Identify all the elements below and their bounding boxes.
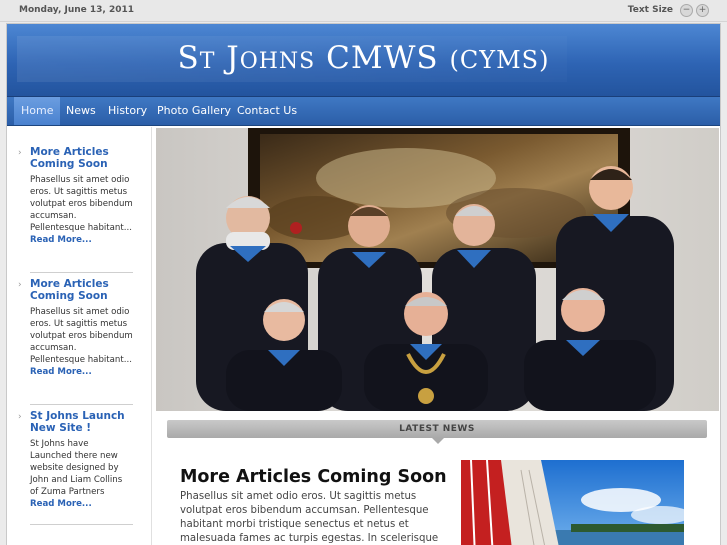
sidebar: › More Articles Coming Soon Phasellus si…	[7, 127, 152, 545]
plus-icon[interactable]: +	[696, 4, 709, 17]
chevron-right-icon: ›	[18, 280, 22, 290]
top-bar: Monday, June 13, 2011 Text Size − +	[0, 0, 727, 22]
article-image[interactable]	[461, 460, 684, 545]
current-date: Monday, June 13, 2011	[19, 5, 135, 15]
latest-news-bar: LATEST NEWS	[167, 420, 707, 438]
main-content: LATEST NEWS More Articles Coming Soon Ph…	[155, 127, 720, 545]
sidebar-article-title[interactable]: More Articles Coming Soon	[30, 278, 133, 302]
read-more-link[interactable]: Read More...	[30, 498, 133, 510]
chevron-right-icon: ›	[18, 148, 22, 158]
sidebar-article: › More Articles Coming Soon Phasellus si…	[18, 278, 133, 405]
nav-photo-gallery[interactable]: Photo Gallery	[150, 97, 238, 125]
site-title-sub: (CYMS)	[449, 46, 550, 74]
site-title-main: St Johns CMWS	[177, 40, 439, 76]
minus-icon[interactable]: −	[680, 4, 693, 17]
main-nav: Home News History Photo Gallery Contact …	[7, 97, 720, 126]
sidebar-article: › More Articles Coming Soon Phasellus si…	[18, 146, 133, 273]
sidebar-article-text: St Johns have Launched there new website…	[30, 439, 123, 497]
sidebar-article: › St Johns Launch New Site ! St Johns ha…	[18, 410, 133, 525]
latest-news-label: LATEST NEWS	[399, 424, 475, 434]
article-title[interactable]: More Articles Coming Soon	[180, 467, 447, 487]
chevron-right-icon: ›	[18, 412, 22, 422]
nav-contact-us[interactable]: Contact Us	[230, 97, 304, 125]
sidebar-article-title[interactable]: St Johns Launch New Site !	[30, 410, 133, 434]
sidebar-article-text: Phasellus sit amet odio eros. Ut sagitti…	[30, 307, 133, 365]
text-size-label: Text Size	[627, 5, 673, 15]
nav-home[interactable]: Home	[14, 97, 61, 125]
nav-history[interactable]: History	[101, 97, 154, 125]
read-more-link[interactable]: Read More...	[30, 234, 133, 246]
site-title[interactable]: St Johns CMWS (CYMS)	[7, 40, 720, 76]
sidebar-article-title[interactable]: More Articles Coming Soon	[30, 146, 133, 170]
nav-news[interactable]: News	[59, 97, 103, 125]
page-frame: St Johns CMWS (CYMS) Home News History P…	[6, 23, 721, 545]
sidebar-article-text: Phasellus sit amet odio eros. Ut sagitti…	[30, 175, 133, 233]
site-banner: St Johns CMWS (CYMS)	[7, 24, 720, 97]
read-more-link[interactable]: Read More...	[30, 366, 133, 378]
group-photo	[156, 128, 719, 411]
article-body: Phasellus sit amet odio eros. Ut sagitti…	[180, 491, 439, 544]
